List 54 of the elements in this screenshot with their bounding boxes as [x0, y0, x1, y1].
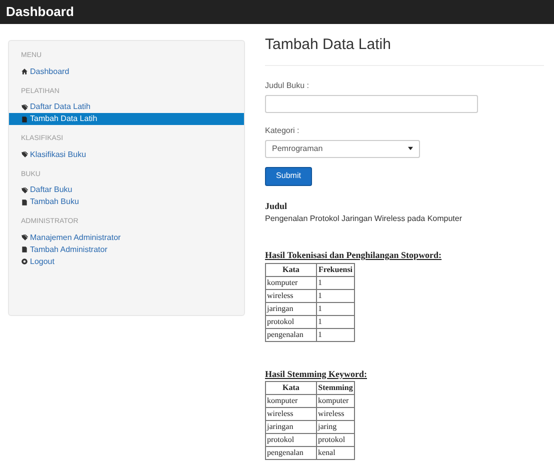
sidebar-item[interactable]: Daftar Buku [9, 184, 244, 196]
home-icon [21, 68, 28, 75]
category-select[interactable]: Pemrograman [265, 140, 420, 158]
table-cell: wireless [266, 408, 316, 420]
table-cell: 1 [316, 302, 354, 315]
table-cell: pengenalan [266, 328, 316, 341]
table-cell: komputer [266, 276, 316, 289]
document-icon [21, 198, 28, 206]
table-cell: 1 [316, 328, 354, 341]
document-icon [21, 116, 28, 122]
column-header: Kata [266, 382, 316, 394]
page-title: Tambah Data Latih [265, 34, 544, 66]
table-cell: 1 [316, 276, 354, 289]
tag-icon [21, 186, 28, 194]
table-cell: jaringan [266, 302, 316, 315]
sidebar-item[interactable]: Tambah Data Latih [9, 113, 244, 125]
field-label: Judul Buku : [265, 80, 310, 92]
sidebar-item[interactable]: Tambah Administrator [9, 244, 244, 256]
sidebar-item[interactable]: Logout [9, 256, 244, 268]
column-header: Stemming [316, 382, 354, 394]
table-heading: Hasil Stemming Keyword: [265, 368, 368, 381]
column-header: Kata [266, 263, 316, 276]
table-cell: wireless [266, 289, 316, 302]
caret-icon [408, 146, 413, 151]
table-cell: 1 [316, 315, 354, 328]
result-text: Pengenalan Protokol Jaringan Wireless pada Komputer [265, 213, 464, 225]
table-cell: protokol [266, 315, 316, 328]
table-cell: 1 [316, 289, 354, 302]
sidebar-item[interactable]: Daftar Data Latih [9, 101, 244, 113]
result-label: Judul [265, 200, 288, 212]
ring-icon [21, 258, 28, 265]
field-label: Kategori : [265, 124, 300, 136]
table-cell: jaring [316, 420, 354, 434]
brand-title[interactable]: Dashboard [6, 2, 74, 22]
sidebar-item[interactable]: Klasifikasi Buku [9, 148, 244, 160]
table-cell: kenal [316, 446, 354, 460]
tag-icon [21, 104, 28, 110]
table-cell: protokol [266, 434, 316, 446]
tag-icon [21, 234, 28, 241]
column-header: Frekuensi [316, 263, 354, 276]
sidebar-item[interactable]: Manajemen Administrator [9, 232, 244, 244]
table-cell: komputer [266, 394, 316, 408]
table-cell: pengenalan [266, 446, 316, 460]
table-cell: wireless [316, 408, 354, 420]
document-icon [21, 246, 28, 253]
sidebar-item[interactable]: Tambah Buku [9, 196, 244, 208]
sidebar-item[interactable]: Dashboard [9, 66, 244, 78]
table-cell: protokol [316, 434, 354, 446]
submit-button[interactable]: Submit [265, 166, 312, 186]
table-cell: komputer [316, 394, 354, 408]
table-cell: jaringan [266, 420, 316, 434]
tag-icon [21, 151, 28, 158]
input-field[interactable] [265, 94, 478, 112]
table-heading: Hasil Tokenisasi dan Penghilangan Stopword: [265, 249, 443, 262]
